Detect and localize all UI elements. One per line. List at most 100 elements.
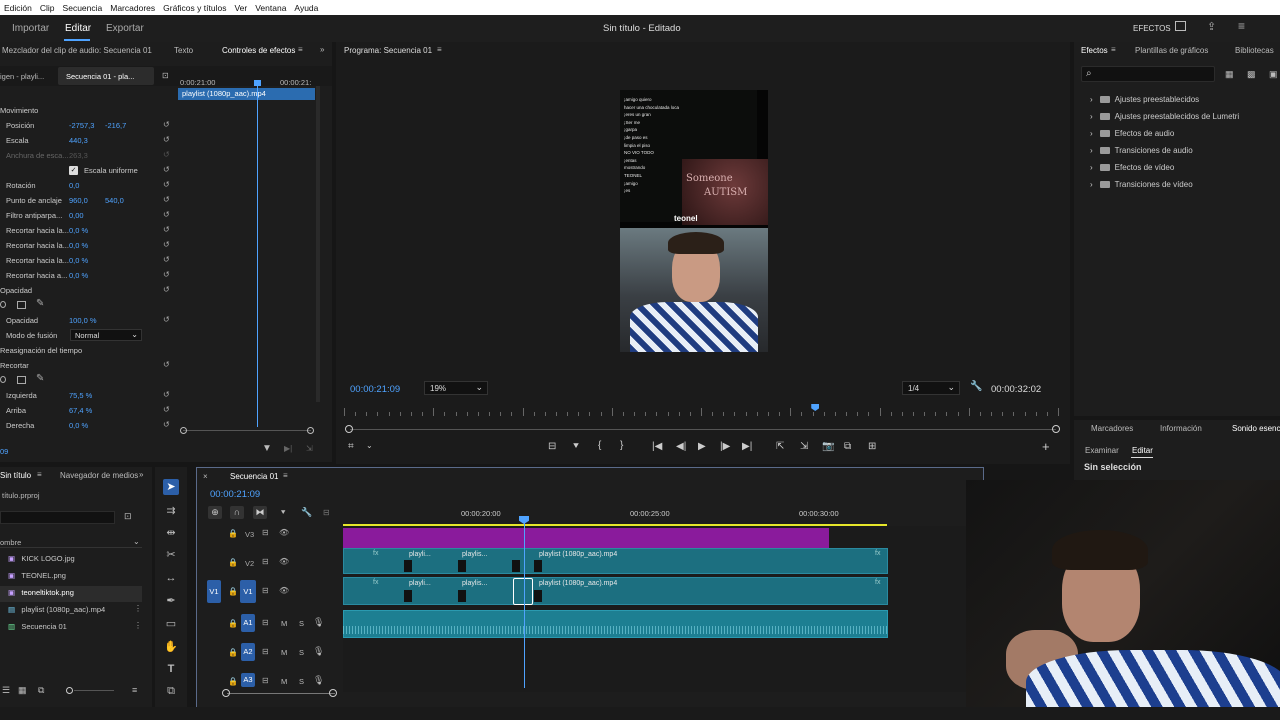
track-v2-label[interactable]: V2 — [245, 559, 254, 568]
item-options-icon[interactable]: ⋮ — [134, 621, 142, 630]
program-scroll-handle-right[interactable] — [1052, 425, 1060, 433]
anclaje-y[interactable]: 540,0 — [105, 196, 124, 205]
v3-clip-magenta[interactable] — [343, 528, 829, 548]
lift-icon[interactable]: ⊟ — [548, 441, 556, 452]
lock-icon[interactable]: 🔒 — [228, 619, 238, 628]
menu-secuencia[interactable]: Secuencia — [59, 3, 107, 13]
tab-bibliotecas[interactable]: Bibliotecas — [1235, 46, 1274, 55]
panel-menu-icon[interactable]: ≡ — [437, 45, 442, 54]
snap-icon[interactable]: ∩ — [230, 506, 244, 519]
tab-texto[interactable]: Texto — [174, 46, 193, 55]
ec-playhead-handle[interactable] — [254, 80, 261, 86]
track-a2-label[interactable]: A2 — [241, 643, 255, 661]
step-forward-icon[interactable]: |▶ — [720, 441, 730, 452]
ec-zoom-handle-right[interactable] — [307, 427, 314, 434]
arriba-value[interactable]: 67,4 % — [69, 406, 92, 415]
tab-importar[interactable]: Importar — [12, 23, 49, 34]
timeline-zoom-handle-right[interactable] — [329, 689, 337, 697]
program-ruler[interactable] — [344, 404, 1059, 416]
project-item[interactable]: ▣ teoneltiktok.png — [8, 588, 74, 597]
ellipse-mask-icon[interactable] — [0, 301, 6, 308]
project-item[interactable]: ▥ Secuencia 01 — [8, 622, 67, 631]
pen-tool-icon[interactable]: ✒ — [163, 593, 179, 609]
tab-sonido-esencial[interactable]: Sonido esencial — [1232, 424, 1280, 433]
pen-mask-icon[interactable]: ✎ — [36, 373, 44, 384]
yuv-effects-icon[interactable]: ▣ — [1269, 69, 1278, 80]
tab-editar-sound[interactable]: Editar — [1132, 446, 1153, 455]
filtro-value[interactable]: 0,00 — [69, 211, 84, 220]
recortar-3-value[interactable]: 0,0 % — [69, 256, 88, 265]
play-only-icon[interactable]: ▶| — [284, 444, 292, 453]
folder-efectos-video[interactable]: › Efectos de vídeo — [1090, 163, 1174, 172]
chevron-down-icon[interactable]: ⌄ — [366, 441, 373, 450]
recortar-1-value[interactable]: 0,0 % — [69, 226, 88, 235]
go-to-out-icon[interactable]: ▶| — [742, 441, 752, 452]
timeline-zoom-bar[interactable] — [227, 693, 335, 694]
folder-ajustes[interactable]: › Ajustes preestablecidos — [1090, 95, 1199, 104]
camera-icon[interactable]: 📷 — [822, 441, 834, 452]
sync-lock-icon[interactable]: ⊟ — [262, 647, 269, 656]
sync-lock-icon[interactable]: ⊟ — [262, 676, 269, 685]
folder-transiciones-video[interactable]: › Transiciones de vídeo — [1090, 180, 1193, 189]
microphone-icon[interactable]: 🎙 — [313, 617, 324, 628]
menu-graficos[interactable]: Gráficos y títulos — [159, 3, 230, 13]
rectangle-mask-icon[interactable] — [17, 376, 26, 384]
ec-scrollbar[interactable] — [316, 86, 320, 402]
track-v1-label[interactable]: V1 — [240, 580, 256, 603]
sync-lock-icon[interactable]: ⊟ — [262, 528, 269, 537]
opacidad-value[interactable]: 100,0 % — [69, 316, 97, 325]
tab-project[interactable]: Sin título — [0, 471, 31, 480]
izquierda-value[interactable]: 75,5 % — [69, 391, 92, 400]
panel-menu-icon[interactable]: ≡ — [37, 470, 42, 479]
in-point-icon[interactable]: { — [598, 440, 601, 451]
eye-icon[interactable]: 👁 — [279, 528, 289, 537]
reset-icon[interactable]: ↺ — [163, 196, 174, 204]
project-item[interactable]: ▣ TEONEL.png — [8, 571, 66, 580]
hand-tool-icon[interactable]: ✋ — [163, 639, 179, 655]
32bit-effects-icon[interactable]: ▩ — [1247, 69, 1256, 80]
add-button-icon[interactable]: + — [1042, 439, 1050, 454]
reset-icon[interactable]: ↺ — [163, 241, 174, 249]
timeline-playhead[interactable] — [524, 523, 525, 688]
zoom-slider-track[interactable] — [74, 690, 114, 691]
panel-overflow-icon[interactable]: » — [320, 45, 324, 54]
ec-clip-bar[interactable]: playlist (1080p_aac).mp4 — [178, 88, 315, 100]
anclaje-x[interactable]: 960,0 — [69, 196, 88, 205]
quality-select[interactable]: 1/4 ⌄ — [902, 381, 960, 395]
effects-search-input[interactable]: ⌕ — [1081, 66, 1215, 82]
escala-value[interactable]: 440,3 — [69, 136, 88, 145]
sync-lock-icon[interactable]: ⊟ — [262, 557, 269, 566]
ec-zoom-bar[interactable] — [183, 430, 311, 431]
column-header-name[interactable]: ombre — [0, 538, 21, 547]
panel-menu-icon[interactable]: ≡ — [1111, 45, 1116, 54]
solo-button[interactable]: S — [299, 648, 304, 657]
mute-button[interactable]: M — [281, 648, 287, 657]
sequence-clip-tab[interactable]: Secuencia 01 - pla... — [66, 72, 134, 81]
tab-exportar[interactable]: Exportar — [106, 23, 144, 34]
tab-informacion[interactable]: Información — [1160, 424, 1202, 433]
microphone-icon[interactable]: 🎙 — [313, 675, 324, 686]
microphone-icon[interactable]: 🎙 — [313, 646, 324, 657]
ripple-edit-tool-icon[interactable]: ⇹ — [163, 525, 179, 541]
reset-icon[interactable]: ↺ — [163, 361, 174, 369]
track-select-tool-icon[interactable]: ⇉ — [163, 503, 179, 519]
rotacion-value[interactable]: 0,0 — [69, 181, 79, 190]
project-search-input[interactable] — [0, 511, 115, 524]
share-icon[interactable]: ⇪ — [1207, 20, 1216, 33]
reset-icon[interactable]: ↺ — [163, 121, 174, 129]
lock-icon[interactable]: 🔒 — [228, 529, 238, 538]
play-icon[interactable]: ▶ — [698, 441, 706, 452]
marker-icon[interactable]: ⯆ — [572, 441, 580, 452]
eye-icon[interactable]: 👁 — [279, 557, 289, 566]
menu-marcadores[interactable]: Marcadores — [106, 3, 159, 13]
tab-marcadores[interactable]: Marcadores — [1091, 424, 1133, 433]
reset-icon[interactable]: ↺ — [163, 166, 174, 174]
program-timecode[interactable]: 00:00:21:09 — [350, 384, 400, 395]
menu-ver[interactable]: Ver — [230, 3, 251, 13]
razor-tool-icon[interactable]: ✂ — [163, 547, 179, 563]
list-view-icon[interactable]: ☰ — [2, 685, 10, 696]
icon-view-icon[interactable]: ▦ — [18, 685, 27, 696]
reset-icon[interactable]: ↺ — [163, 136, 174, 144]
item-options-icon[interactable]: ⋮ — [134, 604, 142, 613]
recortar-4-value[interactable]: 0,0 % — [69, 271, 88, 280]
